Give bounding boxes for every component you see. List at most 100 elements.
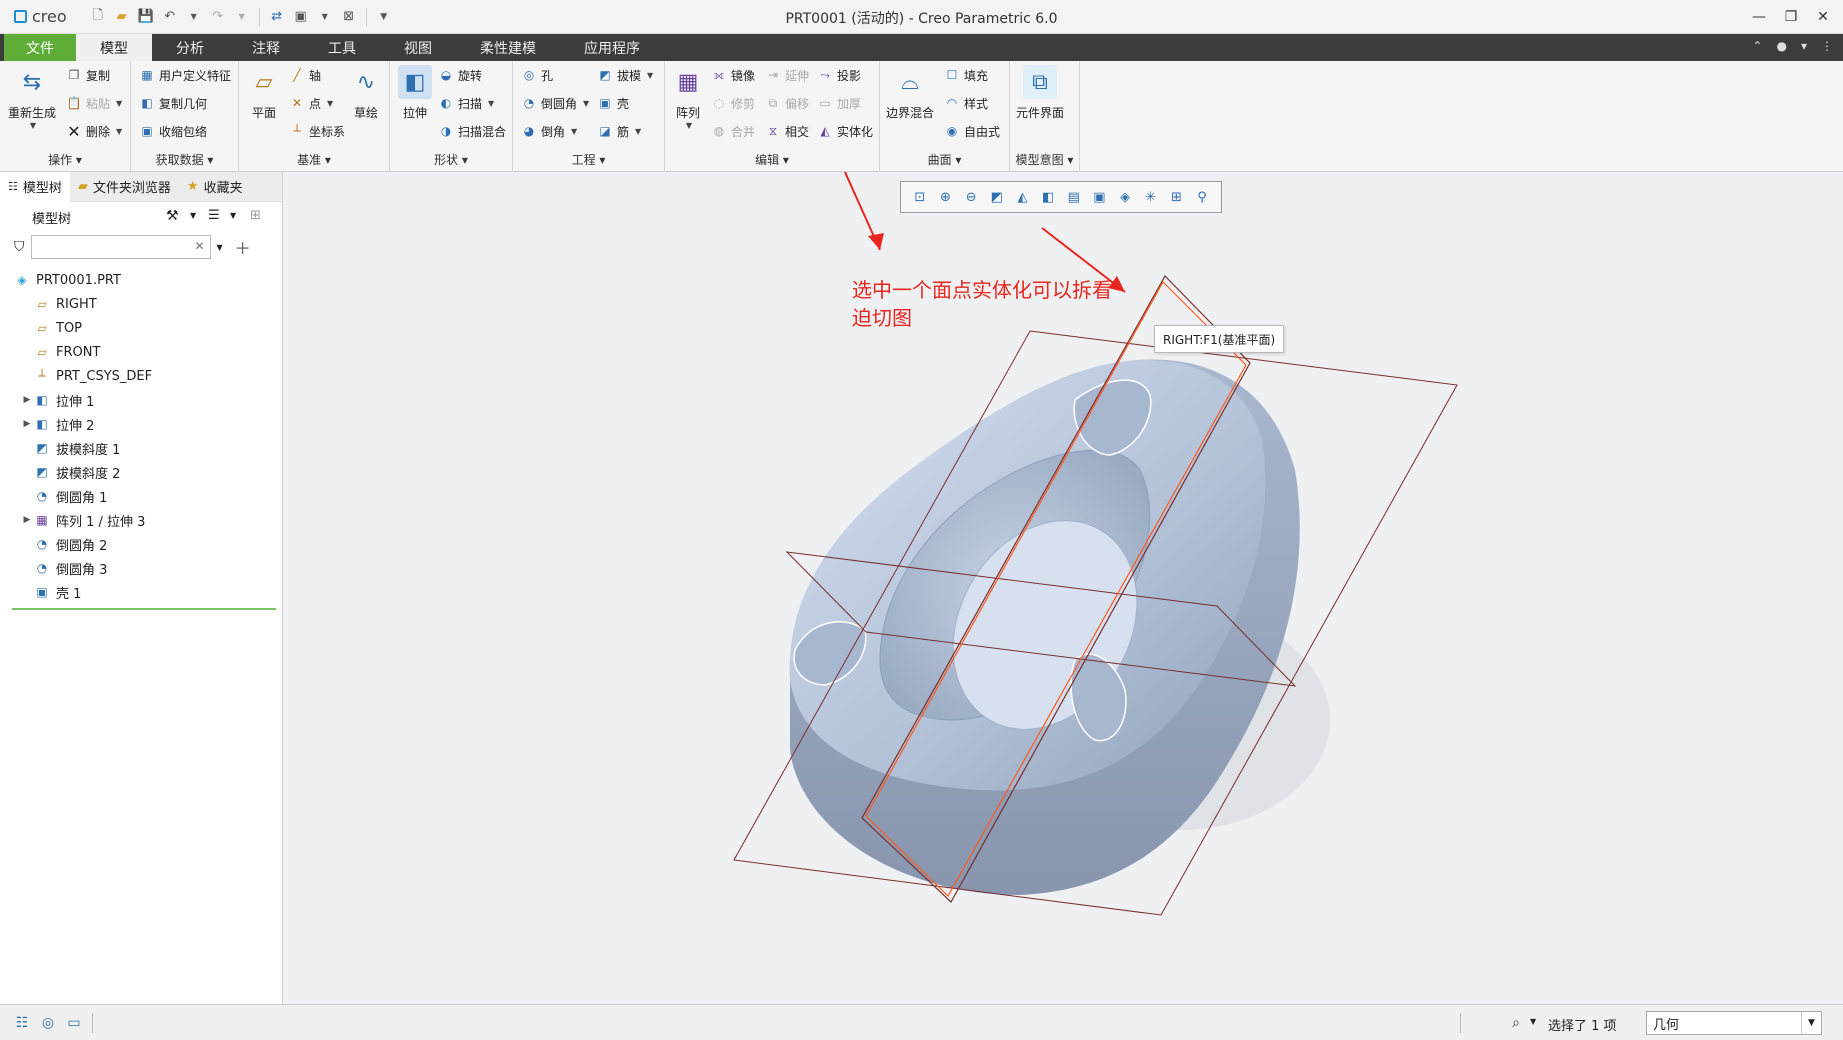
show-navigator-icon[interactable]: ☷ <box>12 1013 32 1033</box>
tab-model-tree[interactable]: ☷ 模型树 <box>0 171 70 202</box>
group-label[interactable]: 曲面 ▾ <box>880 151 1009 168</box>
tree-node-round-3[interactable]: ◔ 倒圆角 3 <box>0 556 282 580</box>
plane-button[interactable]: ▱ 平面 <box>247 65 281 121</box>
hole-button[interactable]: ◎ 孔 <box>521 65 553 85</box>
zoom-in-icon[interactable]: ⊕ <box>935 187 955 207</box>
thicken-button[interactable]: ▭ 加厚 <box>817 93 861 113</box>
expand-icon[interactable]: ▶ <box>20 515 34 525</box>
tree-search-input[interactable] <box>30 235 211 259</box>
pattern-button[interactable]: ▦ 阵列 ▼ <box>671 65 705 131</box>
group-label[interactable]: 工程 ▾ <box>513 151 664 168</box>
find-icon[interactable]: ⌕ <box>1506 1013 1526 1033</box>
project-button[interactable]: ⤳ 投影 <box>817 65 861 85</box>
tree-node-part[interactable]: ◈ PRT0001.PRT <box>0 268 282 292</box>
sweep-button[interactable]: ◐ 扫描 ▼ <box>438 93 494 113</box>
chamfer-button[interactable]: ◕ 倒角 ▼ <box>521 121 577 141</box>
minimize-ribbon-icon[interactable]: ⌃ <box>1752 39 1762 53</box>
mirror-button[interactable]: ⟗ 镜像 <box>711 65 755 85</box>
extrude-button[interactable]: ◧ 拉伸 <box>398 65 432 121</box>
axis-button[interactable]: ╱ 轴 <box>289 65 321 85</box>
repaint-icon[interactable]: ◩ <box>987 187 1007 207</box>
tree-columns-icon[interactable]: ⊞ <box>250 208 261 223</box>
copy-geometry-button[interactable]: ◧ 复制几何 <box>139 93 207 113</box>
clear-search-icon[interactable]: ✕ <box>194 239 204 253</box>
redo-icon[interactable]: ↷ <box>209 8 227 26</box>
tree-settings-icon[interactable]: ⚒ <box>166 208 179 224</box>
tree-node-draft-1[interactable]: ◩ 拔模斜度 1 <box>0 436 282 460</box>
draft-button[interactable]: ◩ 拔模 ▼ <box>597 65 653 85</box>
component-interface-button[interactable]: ⧉ 元件界面 <box>1016 65 1064 121</box>
trim-button[interactable]: ◌ 修剪 <box>711 93 755 113</box>
windows-icon[interactable]: ▣ <box>292 8 310 26</box>
rib-button[interactable]: ◪ 筋 ▼ <box>597 121 641 141</box>
close-window-icon[interactable]: ⊠ <box>340 8 358 26</box>
tab-flexible-modeling[interactable]: 柔性建模 <box>456 34 560 61</box>
show-browser-icon[interactable]: ◎ <box>38 1013 58 1033</box>
copy-button[interactable]: ❐ 复制 <box>66 65 110 85</box>
filter-icon[interactable]: ⛉ <box>14 239 25 255</box>
options-icon[interactable]: ⋮ <box>1821 39 1833 53</box>
tab-favorites[interactable]: ★ 收藏夹 <box>179 172 251 202</box>
tree-show-icon[interactable]: ☰ <box>208 208 220 223</box>
group-label[interactable]: 获取数据 ▾ <box>131 151 238 168</box>
boundary-blend-button[interactable]: ⌓ 边界混合 <box>886 65 934 121</box>
windows-dropdown-icon[interactable]: ▼ <box>316 8 334 26</box>
maximize-icon[interactable]: ❐ <box>1777 4 1805 30</box>
zoom-out-icon[interactable]: ⊖ <box>961 187 981 207</box>
help-icon[interactable]: ▾ <box>1801 39 1807 53</box>
tab-file[interactable]: 文件 <box>4 34 76 61</box>
intersect-button[interactable]: ⧖ 相交 <box>765 121 809 141</box>
shrinkwrap-button[interactable]: ▣ 收缩包络 <box>139 121 207 141</box>
find-dropdown-icon[interactable]: ▼ <box>1530 1017 1536 1026</box>
expand-icon[interactable]: ▶ <box>20 395 34 405</box>
group-label[interactable]: 操作 ▾ <box>0 151 130 168</box>
datum-display-icon[interactable]: ✳ <box>1141 187 1161 207</box>
shell-button[interactable]: ▣ 壳 <box>597 93 629 113</box>
group-label[interactable]: 编辑 ▾ <box>665 151 879 168</box>
tree-node-front[interactable]: ▱ FRONT <box>0 340 282 364</box>
add-filter-icon[interactable]: ＋ <box>235 235 251 259</box>
user-icon[interactable]: ● <box>1776 39 1786 53</box>
tab-analysis[interactable]: 分析 <box>152 34 228 61</box>
merge-button[interactable]: ◍ 合并 <box>711 121 755 141</box>
full-screen-icon[interactable]: ▭ <box>64 1013 84 1033</box>
undo-icon[interactable]: ↶ <box>161 8 179 26</box>
udf-button[interactable]: ▦ 用户定义特征 <box>139 65 231 85</box>
expand-icon[interactable]: ▶ <box>20 419 34 429</box>
solidify-button[interactable]: ◭ 实体化 <box>817 121 873 141</box>
offset-button[interactable]: ⧉ 偏移 <box>765 93 809 113</box>
delete-button[interactable]: ✕ 删除 ▼ <box>66 121 122 141</box>
csys-button[interactable]: ┴ 坐标系 <box>289 121 345 141</box>
save-icon[interactable]: 💾 <box>137 8 155 26</box>
tree-settings-dropdown-icon[interactable]: ▼ <box>190 211 196 220</box>
tab-applications[interactable]: 应用程序 <box>560 34 664 61</box>
undo-dropdown-icon[interactable]: ▼ <box>185 8 203 26</box>
tree-show-dropdown-icon[interactable]: ▼ <box>230 211 236 220</box>
tab-view[interactable]: 视图 <box>380 34 456 61</box>
redo-dropdown-icon[interactable]: ▼ <box>233 8 251 26</box>
tab-folder-browser[interactable]: ▰ 文件夹浏览器 <box>70 172 179 202</box>
tree-node-shell-1[interactable]: ▣ 壳 1 <box>0 580 282 604</box>
tree-node-top[interactable]: ▱ TOP <box>0 316 282 340</box>
new-file-icon[interactable]: 🗋 <box>89 8 107 26</box>
group-label[interactable]: 模型意图 ▾ <box>1010 151 1079 168</box>
sketch-button[interactable]: ∿ 草绘 <box>349 65 383 121</box>
extend-button[interactable]: ⇥ 延伸 <box>765 65 809 85</box>
regenerate-icon[interactable]: ⇄ <box>268 8 286 26</box>
revolve-button[interactable]: ◒ 旋转 <box>438 65 482 85</box>
tree-node-extrude-1[interactable]: ▶ ◧ 拉伸 1 <box>0 388 282 412</box>
tab-annotate[interactable]: 注释 <box>228 34 304 61</box>
group-label[interactable]: 形状 ▾ <box>390 151 512 168</box>
fill-button[interactable]: ☐ 填充 <box>944 65 988 85</box>
view-manager-icon[interactable]: ▣ <box>1089 187 1109 207</box>
round-button[interactable]: ◔ 倒圆角 ▼ <box>521 93 589 113</box>
search-dropdown-icon[interactable]: ▼ <box>217 243 223 252</box>
display-style-icon[interactable]: ◧ <box>1038 187 1058 207</box>
render-options-icon[interactable]: ◭ <box>1012 187 1032 207</box>
perspective-icon[interactable]: ◈ <box>1115 187 1135 207</box>
refit-icon[interactable]: ⊡ <box>910 187 930 207</box>
spin-center-icon[interactable]: ⚲ <box>1192 187 1212 207</box>
selection-filter-select[interactable]: 几何 ▼ <box>1646 1011 1822 1035</box>
regenerate-button[interactable]: ⇆ 重新生成 ▼ <box>8 65 56 131</box>
tab-model[interactable]: 模型 <box>76 34 152 61</box>
